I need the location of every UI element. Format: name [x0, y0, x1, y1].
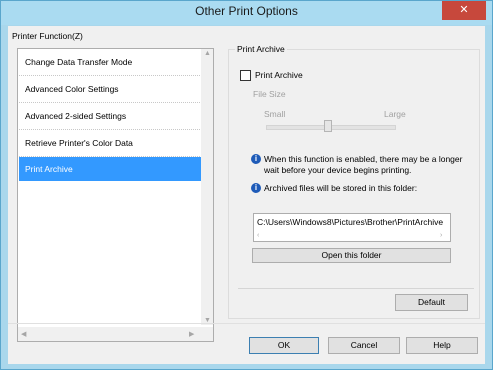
printer-function-label: Printer Function(Z) — [12, 31, 83, 41]
scroll-left-icon[interactable]: ◀ — [21, 330, 26, 338]
title-bar[interactable]: Other Print Options ✕ — [1, 1, 492, 25]
list-item-retrieve-printers-color-data[interactable]: Retrieve Printer's Color Data — [19, 131, 204, 157]
info-icon: i — [251, 183, 261, 193]
info-message-folder: Archived files will be stored in this fo… — [264, 183, 418, 193]
scroll-up-icon[interactable]: ▲ — [204, 50, 211, 57]
ok-button[interactable]: OK — [249, 337, 319, 354]
close-button[interactable]: ✕ — [442, 1, 486, 20]
archive-folder-path: C:\Users\Windows8\Pictures\Brother\Print… — [257, 217, 444, 227]
list-item-advanced-color-settings[interactable]: Advanced Color Settings — [19, 77, 204, 103]
printer-function-list[interactable]: Change Data Transfer Mode Advanced Color… — [17, 48, 214, 342]
info-icon: i — [251, 154, 261, 164]
scroll-right-icon[interactable]: › — [440, 232, 442, 239]
scroll-left-icon[interactable]: ‹ — [257, 232, 259, 239]
dialog-body: Printer Function(Z) Change Data Transfer… — [8, 26, 485, 364]
help-button[interactable]: Help — [406, 337, 478, 354]
scroll-right-icon[interactable]: ▶ — [189, 330, 194, 338]
print-archive-checkbox-label[interactable]: Print Archive — [255, 70, 303, 80]
panel-separator — [238, 288, 474, 289]
info-message-wait: When this function is enabled, there may… — [264, 154, 463, 175]
archive-folder-path-field[interactable]: C:\Users\Windows8\Pictures\Brother\Print… — [253, 213, 451, 242]
cancel-button[interactable]: Cancel — [328, 337, 400, 354]
dialog-window: Other Print Options ✕ Printer Function(Z… — [0, 0, 493, 370]
window-title: Other Print Options — [195, 4, 298, 18]
list-item-print-archive[interactable]: Print Archive — [19, 157, 204, 181]
default-button[interactable]: Default — [395, 294, 468, 311]
list-item-advanced-2-sided-settings[interactable]: Advanced 2-sided Settings — [19, 104, 204, 130]
open-folder-button[interactable]: Open this folder — [252, 248, 451, 263]
list-item-change-data-transfer-mode[interactable]: Change Data Transfer Mode — [19, 50, 204, 76]
vertical-scrollbar[interactable]: ▲ ▼ — [201, 49, 213, 325]
slider-max-label: Large — [384, 109, 406, 119]
close-icon: ✕ — [459, 4, 469, 16]
slider-min-label: Small — [264, 109, 286, 119]
print-archive-checkbox[interactable] — [240, 70, 251, 81]
footer-separator — [8, 323, 485, 324]
file-size-label: File Size — [253, 89, 286, 99]
horizontal-scrollbar[interactable]: ◀ ▶ — [18, 327, 213, 341]
file-size-slider-thumb[interactable] — [324, 120, 332, 132]
print-archive-group-title: Print Archive — [235, 44, 287, 54]
